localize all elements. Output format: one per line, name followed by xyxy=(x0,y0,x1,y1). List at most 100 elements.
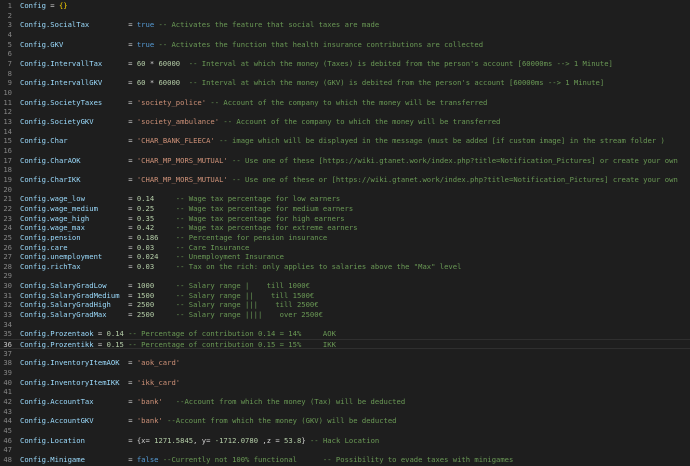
code-text[interactable]: Config.CharIKK = 'CHAR_MP_MORS_MUTUAL' -… xyxy=(20,175,678,185)
code-line[interactable]: 21 Config.wage_low = 0.14 -- Wage tax per… xyxy=(0,194,690,204)
code-text[interactable]: Config.SalaryGradLow = 1000 -- Salary ra… xyxy=(20,281,310,291)
code-line[interactable]: 33 Config.SalaryGradMax = 2500 -- Salary … xyxy=(0,310,690,320)
code-text[interactable]: Config.richTax = 0.03 -- Tax on the rich… xyxy=(20,262,461,272)
code-token-key: Config.CharIKK xyxy=(20,174,81,184)
code-line[interactable]: 28 Config.richTax = 0.03 -- Tax on the ri… xyxy=(0,262,690,272)
code-line[interactable]: 34 xyxy=(0,320,690,330)
code-line[interactable]: 4 xyxy=(0,30,690,40)
code-token-cmt: -- Account of the company to which the m… xyxy=(219,116,501,126)
code-text[interactable]: Config.SocietyGKV = 'society_ambulance' … xyxy=(20,117,500,127)
code-text[interactable]: Config.IntervallTax = 60 * 60000 -- Inte… xyxy=(20,59,613,69)
code-line[interactable]: 37 xyxy=(0,349,690,359)
code-token-cmt: -- Use one of these or [https://wiki.gta… xyxy=(227,174,678,184)
code-line[interactable]: 8 xyxy=(0,69,690,79)
line-number: 15 xyxy=(3,136,12,146)
code-token-num: 0.03 xyxy=(136,242,155,252)
code-text[interactable]: Config.wage_medium = 0.25 -- Wage tax pe… xyxy=(20,204,353,214)
code-line[interactable]: 26 Config.care = 0.03 -- Care Insurance xyxy=(0,243,690,253)
code-line[interactable]: 42 Config.AccountTax = 'bank' --Account f… xyxy=(0,397,690,407)
code-line[interactable]: 11 Config.SocietyTaxes = 'society_police'… xyxy=(0,98,690,108)
code-line[interactable]: 25 Config.pension = 0.186 -- Percentage f… xyxy=(0,233,690,243)
code-text[interactable]: Config.wage_low = 0.14 -- Wage tax perce… xyxy=(20,194,340,204)
code-line[interactable]: 5 Config.GKV = true -- Activates the func… xyxy=(0,40,690,50)
code-line[interactable]: 35 Config.Prozentaok = 0.14 -- Percentage… xyxy=(0,329,690,339)
code-text[interactable]: Config.IntervallGKV = 60 * 60000 -- Inte… xyxy=(20,78,604,88)
code-text[interactable]: Config.Location = {x= 1271.5845, y= -171… xyxy=(20,436,379,446)
code-line[interactable]: 46 Config.Location = {x= 1271.5845, y= -1… xyxy=(0,436,690,446)
line-number: 10 xyxy=(3,87,12,97)
code-text[interactable]: Config.unemployment = 0.024 -- Unemploym… xyxy=(20,252,284,262)
code-line[interactable]: 24 Config.wage_max = 0.42 -- Wage tax per… xyxy=(0,223,690,233)
code-line[interactable]: 38 Config.InventoryItemAOK = 'aok_card' xyxy=(0,358,690,368)
code-line[interactable]: 40 Config.InventoryItemIKK = 'ikk_card' xyxy=(0,378,690,388)
code-token-key: Config.SocialTax xyxy=(20,20,90,30)
code-line[interactable]: 30 Config.SalaryGradLow = 1000 -- Salary … xyxy=(0,281,690,291)
code-token-key: Config.Prozentaok xyxy=(20,329,94,339)
code-text[interactable]: Config.GKV = true -- Activates the funct… xyxy=(20,40,483,50)
code-token-op: ,z = xyxy=(258,435,285,445)
code-line[interactable]: 3 Config.SocialTax = true -- Activates th… xyxy=(0,20,690,30)
code-text[interactable]: Config.SalaryGradHigh = 2500 -- Salary r… xyxy=(20,300,319,310)
code-line[interactable]: 20 xyxy=(0,185,690,195)
code-line[interactable]: 15 Config.Char = 'CHAR_BANK_FLEECA' -- im… xyxy=(0,136,690,146)
code-line[interactable]: 13 Config.SocietyGKV = 'society_ambulance… xyxy=(0,117,690,127)
code-text[interactable]: Config.SocietyTaxes = 'society_police' -… xyxy=(20,98,487,108)
code-line[interactable]: 14 xyxy=(0,127,690,137)
code-line[interactable]: 12 xyxy=(0,107,690,117)
code-text[interactable]: Config.wage_max = 0.42 -- Wage tax perce… xyxy=(20,223,358,233)
code-line[interactable]: 44 Config.AccountGKV = 'bank' --Account f… xyxy=(0,416,690,426)
code-text[interactable]: Config.Minigame = false --Currently not … xyxy=(20,455,513,465)
code-line[interactable]: 10 xyxy=(0,88,690,98)
code-line[interactable]: 27 Config.unemployment = 0.024 -- Unemplo… xyxy=(0,252,690,262)
code-line[interactable]: 23 Config.wage_high = 0.35 -- Wage tax pe… xyxy=(0,214,690,224)
code-line[interactable]: 19 Config.CharIKK = 'CHAR_MP_MORS_MUTUAL'… xyxy=(0,175,690,185)
line-number: 25 xyxy=(3,232,12,242)
code-line[interactable]: 7 Config.IntervallTax = 60 * 60000 -- Int… xyxy=(0,59,690,69)
code-token-cmt: --Account from which the money (Tax) wil… xyxy=(162,397,406,407)
code-token-num: 0.15 xyxy=(106,340,124,350)
code-line[interactable]: 2 xyxy=(0,11,690,21)
code-line[interactable]: 48 Config.Minigame = false --Currently no… xyxy=(0,455,690,465)
code-token-num: -1712.0780 xyxy=(214,435,259,445)
code-text[interactable]: Config.SocialTax = true -- Activates the… xyxy=(20,20,379,30)
code-text[interactable]: Config.InventoryItemAOK = 'aok_card' xyxy=(20,358,180,368)
code-line[interactable]: 6 xyxy=(0,49,690,59)
code-line[interactable]: 45 xyxy=(0,426,690,436)
code-token-key: Config.AccountTax xyxy=(20,397,94,407)
code-text[interactable]: Config.AccountTax = 'bank' --Account fro… xyxy=(20,397,405,407)
code-line[interactable]: 36 Config.Prozentikk = 0.15 -- Percentage… xyxy=(0,339,690,350)
code-line[interactable]: 9 Config.IntervallGKV = 60 * 60000 -- Int… xyxy=(0,78,690,88)
code-text[interactable]: Config.pension = 0.186 -- Percentage for… xyxy=(20,233,327,243)
code-line[interactable]: 16 xyxy=(0,146,690,156)
code-token-op: = xyxy=(80,232,137,242)
code-line[interactable]: 43 xyxy=(0,407,690,417)
code-token-op: , y= xyxy=(193,435,215,445)
code-line[interactable]: 22 Config.wage_medium = 0.25 -- Wage tax … xyxy=(0,204,690,214)
code-line[interactable]: 47 xyxy=(0,445,690,455)
code-text[interactable]: Config.CharAOK = 'CHAR_MP_MORS_MUTUAL' -… xyxy=(20,156,678,166)
code-text[interactable]: Config.SalaryGradMax = 2500 -- Salary ra… xyxy=(20,310,323,320)
code-text[interactable]: Config.wage_high = 0.35 -- Wage tax perc… xyxy=(20,214,345,224)
code-line[interactable]: 31 Config.SalaryGradMedium = 1500 -- Sala… xyxy=(0,291,690,301)
code-line[interactable]: 18 xyxy=(0,165,690,175)
code-editor[interactable]: 1 Config = {} 2 3 Config.SocialTax = true --… xyxy=(0,0,690,466)
code-text[interactable]: Config.InventoryItemIKK = 'ikk_card' xyxy=(20,378,180,388)
code-line[interactable]: 17 Config.CharAOK = 'CHAR_MP_MORS_MUTUAL'… xyxy=(0,156,690,166)
code-line[interactable]: 29 xyxy=(0,271,690,281)
code-text[interactable]: Config.Char = 'CHAR_BANK_FLEECA' -- imag… xyxy=(20,136,665,146)
code-line[interactable]: 39 xyxy=(0,368,690,378)
code-line[interactable]: 1 Config = {} xyxy=(0,1,690,11)
code-text[interactable]: Config.care = 0.03 -- Care Insurance xyxy=(20,243,249,253)
code-token-op: * xyxy=(145,58,159,68)
code-line[interactable]: 41 xyxy=(0,387,690,397)
code-token-cmt: -- Salary range ||| till 2500€ xyxy=(154,300,319,310)
code-text[interactable]: Config.Prozentaok = 0.14 -- Percentage o… xyxy=(20,329,336,339)
code-text[interactable]: Config.SalaryGradMedium = 1500 -- Salary… xyxy=(20,291,314,301)
code-text[interactable]: Config.AccountGKV = 'bank' --Account fro… xyxy=(20,416,397,426)
code-line[interactable]: 32 Config.SalaryGradHigh = 2500 -- Salary… xyxy=(0,300,690,310)
line-number: 32 xyxy=(3,300,12,310)
code-text[interactable]: Config = {} xyxy=(20,1,68,11)
code-token-num: 53.8 xyxy=(284,435,302,445)
code-token-num: 1000 xyxy=(136,281,155,291)
code-token-key: Config.SocietyGKV xyxy=(20,116,94,126)
